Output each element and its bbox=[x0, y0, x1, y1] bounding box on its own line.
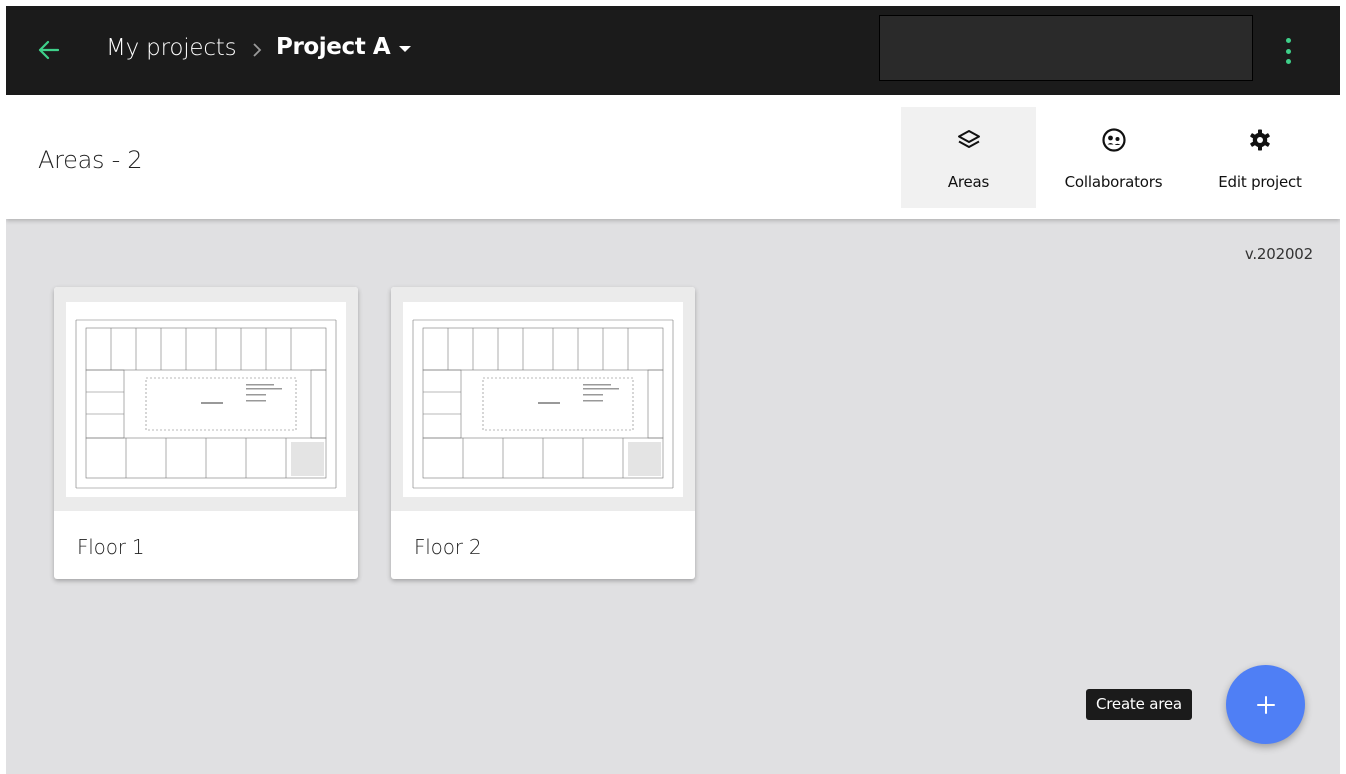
version-label: v.202002 bbox=[1244, 245, 1313, 263]
project-selector[interactable]: Project A bbox=[276, 34, 412, 60]
area-card-media bbox=[54, 287, 358, 511]
area-card-media bbox=[391, 287, 695, 511]
caret-down-icon bbox=[399, 45, 412, 52]
tab-areas[interactable]: Areas bbox=[901, 107, 1036, 208]
app-bar: My projects Project A bbox=[6, 6, 1340, 95]
more-menu-button[interactable] bbox=[1276, 36, 1300, 66]
gear-icon bbox=[1247, 127, 1273, 153]
project-name: Project A bbox=[276, 34, 391, 60]
area-card-title: Floor 2 bbox=[414, 535, 482, 559]
create-area-tooltip: Create area bbox=[1086, 689, 1192, 720]
breadcrumb-my-projects[interactable]: My projects bbox=[106, 35, 237, 61]
floor-plan-icon bbox=[403, 302, 683, 497]
collaborators-icon bbox=[1101, 127, 1127, 153]
search-input[interactable] bbox=[879, 15, 1253, 81]
more-vert-icon bbox=[1285, 38, 1291, 43]
page-title: Areas - 2 bbox=[38, 146, 143, 174]
app-frame: My projects Project A Areas - 2 Areas Co… bbox=[6, 6, 1340, 774]
tab-edit-project[interactable]: Edit project bbox=[1192, 107, 1328, 208]
create-area-button[interactable] bbox=[1226, 665, 1305, 744]
more-vert-icon-dot bbox=[1285, 59, 1291, 64]
area-card-title: Floor 1 bbox=[77, 535, 145, 559]
page-header: Areas - 2 Areas Collaborators Edit proje… bbox=[6, 95, 1340, 219]
tab-edit-project-label: Edit project bbox=[1218, 173, 1302, 191]
tab-collaborators[interactable]: Collaborators bbox=[1046, 107, 1181, 208]
floor-plan-icon bbox=[66, 302, 346, 497]
tab-collaborators-label: Collaborators bbox=[1064, 173, 1163, 191]
area-card[interactable]: Floor 1 bbox=[54, 287, 358, 579]
arrow-left-icon bbox=[38, 40, 59, 60]
tab-areas-label: Areas bbox=[947, 173, 990, 191]
plus-icon bbox=[1256, 695, 1275, 714]
layers-icon bbox=[956, 127, 982, 153]
area-card[interactable]: Floor 2 bbox=[391, 287, 695, 579]
chevron-right-icon bbox=[253, 43, 262, 57]
back-button[interactable] bbox=[32, 34, 64, 66]
more-vert-icon-dot bbox=[1285, 48, 1291, 54]
